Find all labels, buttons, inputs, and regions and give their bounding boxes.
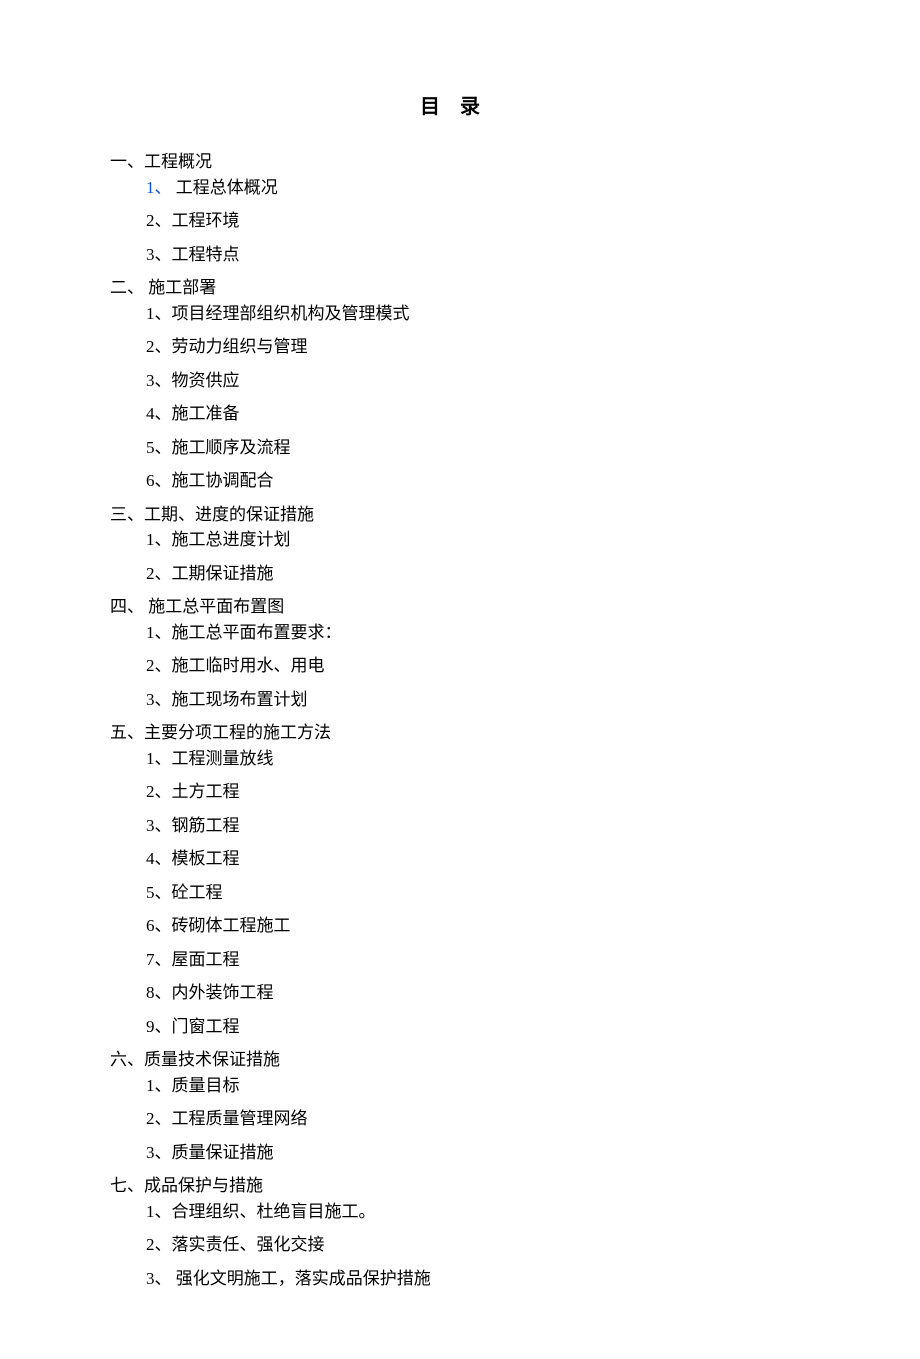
toc-item-number: 6、: [146, 471, 172, 490]
toc-item-number: 3、: [146, 371, 172, 390]
toc-item-number: 2、: [146, 211, 172, 230]
toc-item-number: 3、: [146, 245, 172, 264]
toc-section-heading: 七、成品保护与措施: [110, 1173, 810, 1199]
toc-item: 6、砖砌体工程施工: [146, 913, 810, 939]
toc-item-label: 施工临时用水、用电: [172, 656, 325, 675]
toc-item: 3、质量保证措施: [146, 1140, 810, 1166]
toc-item: 2、施工临时用水、用电: [146, 653, 810, 679]
toc-item-label: 施工顺序及流程: [172, 438, 291, 457]
toc-item-number: 6、: [146, 916, 172, 935]
toc-item-number: 3、: [146, 690, 172, 709]
toc-item-label: 模板工程: [172, 849, 240, 868]
toc-item: 5、砼工程: [146, 880, 810, 906]
toc-item-number: 2、: [146, 564, 172, 583]
toc-item: 2、落实责任、强化交接: [146, 1232, 810, 1258]
toc-item-number: 1、: [146, 1076, 172, 1095]
toc-item: 1、施工总平面布置要求：: [146, 620, 810, 646]
toc-item-number: 2、: [146, 656, 172, 675]
toc-item: 4、施工准备: [146, 401, 810, 427]
toc-item-number: 9、: [146, 1017, 172, 1036]
toc-item: 5、施工顺序及流程: [146, 435, 810, 461]
toc-item-number: 8、: [146, 983, 172, 1002]
toc-item: 1、质量目标: [146, 1073, 810, 1099]
table-of-contents: 一、工程概况 1、 工程总体概况 2、工程环境 3、工程特点 二、 施工部署 1…: [110, 149, 810, 1291]
toc-item-number: 3、: [146, 1143, 172, 1162]
toc-item-label: 施工总进度计划: [172, 530, 291, 549]
toc-item: 1、合理组织、杜绝盲目施工。: [146, 1199, 810, 1225]
toc-item-label: 工期保证措施: [172, 564, 274, 583]
toc-item-label: 屋面工程: [172, 950, 240, 969]
toc-item-label: 工程测量放线: [172, 749, 274, 768]
toc-item: 2、劳动力组织与管理: [146, 334, 810, 360]
toc-section-heading: 一、工程概况: [110, 149, 810, 175]
toc-item-label: 门窗工程: [172, 1017, 240, 1036]
toc-item-label: 施工准备: [172, 404, 240, 423]
toc-item-label: 强化文明施工，落实成品保护措施: [172, 1269, 431, 1288]
toc-section-heading: 五、主要分项工程的施工方法: [110, 720, 810, 746]
toc-item: 3、物资供应: [146, 368, 810, 394]
toc-item-label: 项目经理部组织机构及管理模式: [172, 304, 410, 323]
toc-item: 3、施工现场布置计划: [146, 687, 810, 713]
toc-item-label: 质量保证措施: [172, 1143, 274, 1162]
toc-item: 6、施工协调配合: [146, 468, 810, 494]
toc-item-label: 合理组织、杜绝盲目施工。: [172, 1202, 376, 1221]
toc-item-number: 4、: [146, 849, 172, 868]
toc-item-number: 4、: [146, 404, 172, 423]
page-title: 目录: [110, 90, 810, 119]
toc-item-number: 5、: [146, 438, 172, 457]
toc-section-heading: 二、 施工部署: [110, 275, 810, 301]
toc-item-label: 劳动力组织与管理: [172, 337, 308, 356]
toc-item-label: 钢筋工程: [172, 816, 240, 835]
toc-item-number: 1、: [146, 1202, 172, 1221]
toc-item-label: 落实责任、强化交接: [172, 1235, 325, 1254]
toc-item: 1、施工总进度计划: [146, 527, 810, 553]
document-page: 目录 一、工程概况 1、 工程总体概况 2、工程环境 3、工程特点 二、 施工部…: [0, 0, 920, 1359]
toc-item: 2、工期保证措施: [146, 561, 810, 587]
toc-item-number: 3、: [146, 1269, 172, 1288]
toc-item: 4、模板工程: [146, 846, 810, 872]
toc-item-label: 工程总体概况: [172, 178, 278, 197]
toc-item: 3、 强化文明施工，落实成品保护措施: [146, 1266, 810, 1292]
toc-item: 3、钢筋工程: [146, 813, 810, 839]
toc-item-number: 1、: [146, 304, 172, 323]
toc-section-heading: 三、工期、进度的保证措施: [110, 502, 810, 528]
toc-item-label: 施工总平面布置要求：: [172, 623, 342, 642]
toc-item: 2、工程质量管理网络: [146, 1106, 810, 1132]
toc-item: 1、工程测量放线: [146, 746, 810, 772]
toc-section-heading: 四、 施工总平面布置图: [110, 594, 810, 620]
toc-item-label: 工程特点: [172, 245, 240, 264]
toc-item-label: 施工现场布置计划: [172, 690, 308, 709]
toc-item-label: 内外装饰工程: [172, 983, 274, 1002]
toc-item-number: 3、: [146, 816, 172, 835]
toc-item-number: 1、: [146, 623, 172, 642]
toc-item-number: 1、: [146, 530, 172, 549]
toc-item-number: 1、: [146, 749, 172, 768]
toc-item-label: 工程环境: [172, 211, 240, 230]
toc-item-label: 土方工程: [172, 782, 240, 801]
toc-item-number: 7、: [146, 950, 172, 969]
toc-item-label: 工程质量管理网络: [172, 1109, 308, 1128]
toc-item-number: 2、: [146, 1235, 172, 1254]
toc-item: 7、屋面工程: [146, 947, 810, 973]
toc-item-number: 5、: [146, 883, 172, 902]
toc-item-number: 2、: [146, 1109, 172, 1128]
toc-item-number: 2、: [146, 337, 172, 356]
toc-item: 1、 工程总体概况: [146, 175, 810, 201]
toc-item: 2、工程环境: [146, 208, 810, 234]
toc-item: 1、项目经理部组织机构及管理模式: [146, 301, 810, 327]
toc-item: 9、门窗工程: [146, 1014, 810, 1040]
toc-item-number: 2、: [146, 782, 172, 801]
toc-item: 8、内外装饰工程: [146, 980, 810, 1006]
toc-item: 2、土方工程: [146, 779, 810, 805]
toc-item-label: 砖砌体工程施工: [172, 916, 291, 935]
toc-item-label: 质量目标: [172, 1076, 240, 1095]
toc-section-heading: 六、质量技术保证措施: [110, 1047, 810, 1073]
toc-item-label: 物资供应: [172, 371, 240, 390]
toc-item-number[interactable]: 1、: [146, 178, 172, 197]
toc-item-label: 砼工程: [172, 883, 223, 902]
toc-item: 3、工程特点: [146, 242, 810, 268]
toc-item-label: 施工协调配合: [172, 471, 274, 490]
